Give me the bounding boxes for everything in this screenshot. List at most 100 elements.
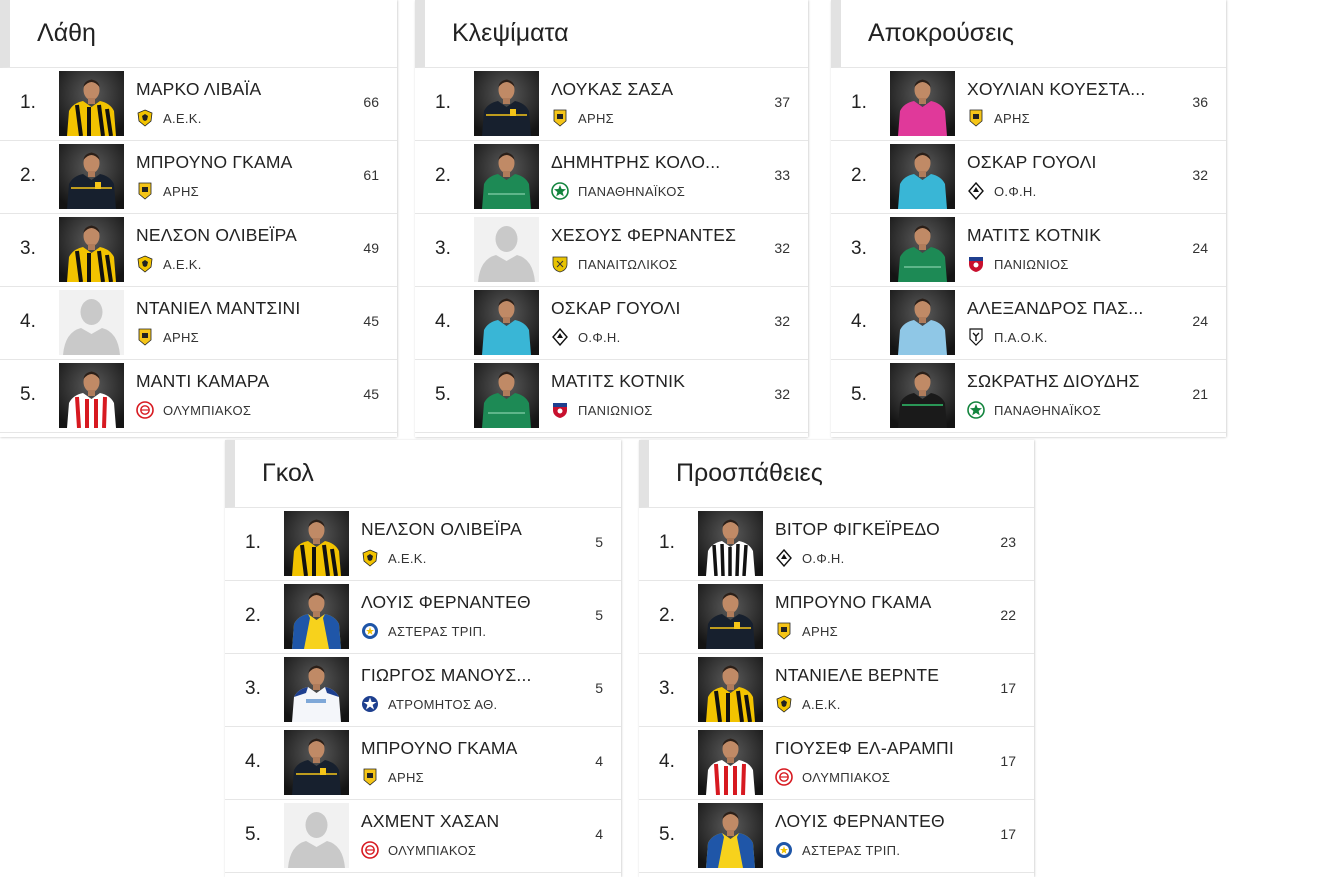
player-photo[interactable] xyxy=(698,584,763,649)
leaderboard-row[interactable]: 3. ΝΕΛΣΟΝ ΟΛΙΒΕΪΡΑ Α.Ε.Κ. 49 xyxy=(0,214,397,287)
leaderboard-row[interactable]: 5. ΜΑΝΤΙ ΚΑΜΑΡΑ ΟΛΥΜΠΙΑΚΟΣ 45 xyxy=(0,360,397,433)
leaderboard-row[interactable]: 3. ΓΙΩΡΓΟΣ ΜΑΝΟΥΣ... ΑΤΡΟΜΗΤΟΣ ΑΘ. 5 xyxy=(225,654,621,727)
player-photo[interactable] xyxy=(890,144,955,209)
player-placeholder-photo[interactable] xyxy=(59,290,124,355)
olympiacos-crest-icon xyxy=(361,841,379,859)
team-name: Α.Ε.Κ. xyxy=(163,256,202,272)
rank-number: 3. xyxy=(245,678,261,699)
player-photo[interactable] xyxy=(284,730,349,795)
team-info: Ο.Φ.Η. xyxy=(551,328,621,346)
team-info: ΑΡΗΣ xyxy=(361,768,424,786)
player-name[interactable]: ΣΩΚΡΑΤΗΣ ΔΙΟΥΔΗΣ xyxy=(967,371,1140,392)
leaderboard-row[interactable]: 4. ΝΤΑΝΙΕΛ ΜΑΝΤΣΙΝΙ ΑΡΗΣ 45 xyxy=(0,287,397,360)
leaderboard-row[interactable]: 1. ΝΕΛΣΟΝ ΟΛΙΒΕΪΡΑ Α.Ε.Κ. 5 xyxy=(225,508,621,581)
stat-value: 24 xyxy=(1192,240,1208,256)
player-photo[interactable] xyxy=(698,511,763,576)
panel-steals: Κλεψίματα 1. ΛΟΥΚΑΣ ΣΑΣΑ ΑΡΗΣ 37 2. ΔΗΜΗΤΡΗΣ Κ… xyxy=(415,0,808,437)
olympiacos-crest-icon xyxy=(775,768,793,786)
player-name[interactable]: ΧΟΥΛΙΑΝ ΚΟΥΕΣΤΑ... xyxy=(967,79,1145,100)
player-name[interactable]: ΝΕΛΣΟΝ ΟΛΙΒΕΪΡΑ xyxy=(361,519,522,540)
stat-value: 17 xyxy=(1000,753,1016,769)
player-name[interactable]: ΟΣΚΑΡ ΓΟΥΟΛΙ xyxy=(551,298,681,319)
player-name[interactable]: ΓΙΩΡΓΟΣ ΜΑΝΟΥΣ... xyxy=(361,665,532,686)
leaderboard-row[interactable]: 4. ΑΛΕΞΑΝΔΡΟΣ ΠΑΣ... Π.Α.Ο.Κ. 24 xyxy=(831,287,1226,360)
player-photo[interactable] xyxy=(474,144,539,209)
player-photo[interactable] xyxy=(890,71,955,136)
leaderboard-row[interactable]: 1. ΜΑΡΚΟ ΛΙΒΑΪΑ Α.Ε.Κ. 66 xyxy=(0,68,397,141)
player-photo[interactable] xyxy=(59,71,124,136)
leaderboard-row[interactable]: 4. ΓΙΟΥΣΕΦ ΕΛ-ΑΡΑΜΠΙ ΟΛΥΜΠΙΑΚΟΣ 17 xyxy=(639,727,1034,800)
player-photo[interactable] xyxy=(284,657,349,722)
rank-number: 4. xyxy=(659,751,675,772)
leaderboard-row[interactable]: 2. ΜΠΡΟΥΝΟ ΓΚΑΜΑ ΑΡΗΣ 22 xyxy=(639,581,1034,654)
player-name[interactable]: ΜΑΤΙΤΣ ΚΟΤΝΙΚ xyxy=(967,225,1101,246)
player-name[interactable]: ΧΕΣΟΥΣ ΦΕΡΝΑΝΤΕΣ xyxy=(551,225,736,246)
atromitos-crest-icon xyxy=(361,695,379,713)
player-name[interactable]: ΛΟΥΙΣ ΦΕΡΝΑΝΤΕΘ xyxy=(361,592,531,613)
aris-crest-icon xyxy=(967,109,985,127)
player-photo[interactable] xyxy=(890,217,955,282)
leaderboard-row[interactable]: 5. ΛΟΥΙΣ ΦΕΡΝΑΝΤΕΘ ΑΣΤΕΡΑΣ ΤΡΙΠ. 17 xyxy=(639,800,1034,873)
leaderboard-row[interactable]: 2. ΜΠΡΟΥΝΟ ΓΚΑΜΑ ΑΡΗΣ 61 xyxy=(0,141,397,214)
rank-number: 2. xyxy=(435,165,451,186)
player-photo[interactable] xyxy=(474,71,539,136)
leaderboard-row[interactable]: 2. ΛΟΥΙΣ ΦΕΡΝΑΝΤΕΘ ΑΣΤΕΡΑΣ ΤΡΙΠ. 5 xyxy=(225,581,621,654)
player-name[interactable]: ΓΙΟΥΣΕΦ ΕΛ-ΑΡΑΜΠΙ xyxy=(775,738,954,759)
leaderboard-row[interactable]: 1. ΒΙΤΟΡ ΦΙΓΚΕΪΡΕΔΟ Ο.Φ.Η. 23 xyxy=(639,508,1034,581)
rank-number: 1. xyxy=(245,532,261,553)
stat-value: 5 xyxy=(595,680,603,696)
player-name[interactable]: ΑΧΜΕΝΤ ΧΑΣΑΝ xyxy=(361,811,499,832)
team-name: ΠΑΝΑΘΗΝΑΪΚΟΣ xyxy=(578,183,686,199)
leaderboard-row[interactable]: 2. ΔΗΜΗΤΡΗΣ ΚΟΛΟ... ΠΑΝΑΘΗΝΑΪΚΟΣ 33 xyxy=(415,141,808,214)
player-name[interactable]: ΔΗΜΗΤΡΗΣ ΚΟΛΟ... xyxy=(551,152,720,173)
player-name[interactable]: ΑΛΕΞΑΝΔΡΟΣ ΠΑΣ... xyxy=(967,298,1144,319)
player-name[interactable]: ΜΠΡΟΥΝΟ ΓΚΑΜΑ xyxy=(361,738,518,759)
player-photo[interactable] xyxy=(474,290,539,355)
player-name[interactable]: ΛΟΥΚΑΣ ΣΑΣΑ xyxy=(551,79,673,100)
leaderboard-row[interactable]: 5. ΜΑΤΙΤΣ ΚΟΤΝΙΚ ΠΑΝΙΩΝΙΟΣ 32 xyxy=(415,360,808,433)
player-placeholder-photo[interactable] xyxy=(284,803,349,868)
leaderboard-row[interactable]: 2. ΟΣΚΑΡ ΓΟΥΟΛΙ Ο.Φ.Η. 32 xyxy=(831,141,1226,214)
player-name[interactable]: ΜΑΤΙΤΣ ΚΟΤΝΙΚ xyxy=(551,371,685,392)
player-name[interactable]: ΜΠΡΟΥΝΟ ΓΚΑΜΑ xyxy=(775,592,932,613)
player-photo[interactable] xyxy=(890,363,955,428)
team-info: ΑΤΡΟΜΗΤΟΣ ΑΘ. xyxy=(361,695,497,713)
player-name[interactable]: ΜΑΝΤΙ ΚΑΜΑΡΑ xyxy=(136,371,269,392)
player-photo[interactable] xyxy=(59,363,124,428)
player-name[interactable]: ΜΑΡΚΟ ΛΙΒΑΪΑ xyxy=(136,79,261,100)
leaderboard-row[interactable]: 4. ΟΣΚΑΡ ΓΟΥΟΛΙ Ο.Φ.Η. 32 xyxy=(415,287,808,360)
team-info: ΑΡΗΣ xyxy=(136,182,199,200)
player-photo[interactable] xyxy=(698,657,763,722)
aek-crest-icon xyxy=(361,549,379,567)
leaderboard-row[interactable]: 5. ΣΩΚΡΑΤΗΣ ΔΙΟΥΔΗΣ ΠΑΝΑΘΗΝΑΪΚΟΣ 21 xyxy=(831,360,1226,433)
rank-number: 4. xyxy=(20,311,36,332)
leaderboard-row[interactable]: 1. ΧΟΥΛΙΑΝ ΚΟΥΕΣΤΑ... ΑΡΗΣ 36 xyxy=(831,68,1226,141)
rank-number: 4. xyxy=(851,311,867,332)
player-placeholder-photo[interactable] xyxy=(474,217,539,282)
player-photo[interactable] xyxy=(698,803,763,868)
player-photo[interactable] xyxy=(59,144,124,209)
player-name[interactable]: ΜΠΡΟΥΝΟ ΓΚΑΜΑ xyxy=(136,152,293,173)
player-name[interactable]: ΝΤΑΝΙΕΛΕ ΒΕΡΝΤΕ xyxy=(775,665,939,686)
player-name[interactable]: ΟΣΚΑΡ ΓΟΥΟΛΙ xyxy=(967,152,1097,173)
leaderboard-row[interactable]: 5. ΑΧΜΕΝΤ ΧΑΣΑΝ ΟΛΥΜΠΙΑΚΟΣ 4 xyxy=(225,800,621,873)
leaderboard-row[interactable]: 1. ΛΟΥΚΑΣ ΣΑΣΑ ΑΡΗΣ 37 xyxy=(415,68,808,141)
player-name[interactable]: ΝΕΛΣΟΝ ΟΛΙΒΕΪΡΑ xyxy=(136,225,297,246)
player-name[interactable]: ΛΟΥΙΣ ΦΕΡΝΑΝΤΕΘ xyxy=(775,811,945,832)
player-photo[interactable] xyxy=(59,217,124,282)
player-photo[interactable] xyxy=(284,584,349,649)
player-name[interactable]: ΝΤΑΝΙΕΛ ΜΑΝΤΣΙΝΙ xyxy=(136,298,300,319)
leaderboard-row[interactable]: 3. ΧΕΣΟΥΣ ΦΕΡΝΑΝΤΕΣ ΠΑΝΑΙΤΩΛΙΚΟΣ 32 xyxy=(415,214,808,287)
team-name: Π.Α.Ο.Κ. xyxy=(994,329,1048,345)
leaderboard-row[interactable]: 3. ΝΤΑΝΙΕΛΕ ΒΕΡΝΤΕ Α.Ε.Κ. 17 xyxy=(639,654,1034,727)
player-photo[interactable] xyxy=(698,730,763,795)
rank-number: 4. xyxy=(245,751,261,772)
player-photo[interactable] xyxy=(890,290,955,355)
leaderboard-row[interactable]: 4. ΜΠΡΟΥΝΟ ΓΚΑΜΑ ΑΡΗΣ 4 xyxy=(225,727,621,800)
leaderboard-row[interactable]: 3. ΜΑΤΙΤΣ ΚΟΤΝΙΚ ΠΑΝΙΩΝΙΟΣ 24 xyxy=(831,214,1226,287)
player-name[interactable]: ΒΙΤΟΡ ΦΙΓΚΕΪΡΕΔΟ xyxy=(775,519,940,540)
ofi-crest-icon xyxy=(775,549,793,567)
asteras-crest-icon xyxy=(361,622,379,640)
player-photo[interactable] xyxy=(284,511,349,576)
player-photo[interactable] xyxy=(474,363,539,428)
